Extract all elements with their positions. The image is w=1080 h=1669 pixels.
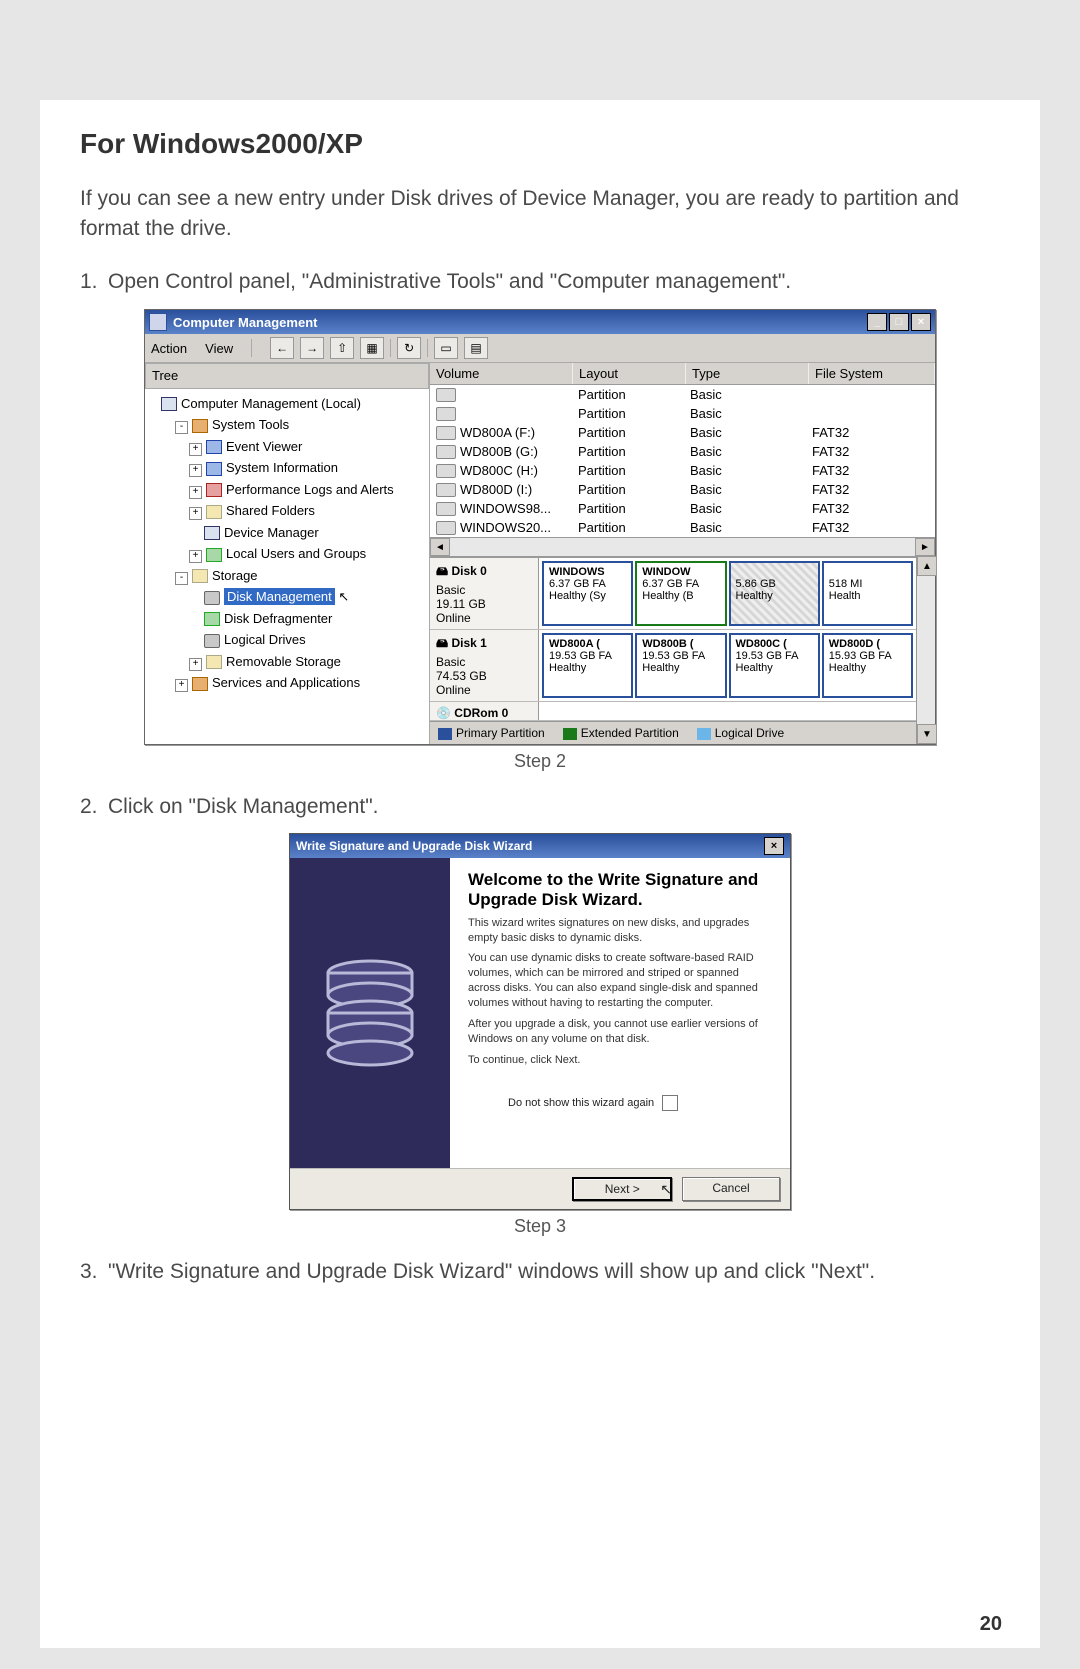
- tree-perf-logs[interactable]: +Performance Logs and Alerts: [189, 479, 427, 501]
- volume-row[interactable]: WD800B (G:) PartitionBasicFAT32: [430, 442, 935, 461]
- menu-action[interactable]: Action: [151, 341, 187, 356]
- window-title: Computer Management: [173, 315, 317, 330]
- legend-logical: Logical Drive: [715, 726, 784, 740]
- wizard-heading: Welcome to the Write Signature and Upgra…: [468, 870, 772, 910]
- h-scrollbar[interactable]: ◄►: [430, 537, 935, 556]
- cursor-icon: ↖: [338, 589, 349, 604]
- caption-step2: Step 2: [80, 751, 1000, 772]
- col-type[interactable]: Type: [686, 363, 809, 384]
- step-3-text: "Write Signature and Upgrade Disk Wizard…: [108, 1260, 875, 1283]
- caption-step3: Step 3: [80, 1216, 1000, 1237]
- tree-defrag[interactable]: Disk Defragmenter: [189, 608, 427, 630]
- show-button[interactable]: ▦: [360, 337, 384, 359]
- v-scrollbar[interactable]: ▲▼: [916, 556, 935, 744]
- tree-storage[interactable]: -Storage: [175, 565, 427, 587]
- volume-row[interactable]: WINDOWS20... PartitionBasicFAT32: [430, 518, 935, 537]
- step-3: 3."Write Signature and Upgrade Disk Wiza…: [80, 1257, 1000, 1287]
- wizard-sidebar-image: [290, 858, 450, 1168]
- tree-header: Tree: [145, 363, 429, 389]
- wizard-next-button[interactable]: Next >: [572, 1177, 672, 1201]
- col-filesystem[interactable]: File System: [809, 363, 935, 384]
- maximize-button[interactable]: □: [889, 313, 909, 331]
- tree-services[interactable]: +Services and Applications: [175, 672, 427, 694]
- tree-event-viewer[interactable]: +Event Viewer: [189, 436, 427, 458]
- refresh-button[interactable]: ↻: [397, 337, 421, 359]
- header-banner: [0, 0, 1080, 100]
- wizard-titlebar: Write Signature and Upgrade Disk Wizard …: [290, 834, 790, 858]
- step-1-text: Open Control panel, "Administrative Tool…: [108, 270, 791, 293]
- tool-button-2[interactable]: ▤: [464, 337, 488, 359]
- toolbar: ← → ⇧ ▦ ↻ ▭ ▤: [270, 337, 488, 359]
- close-button[interactable]: ×: [911, 313, 931, 331]
- volume-row[interactable]: WD800D (I:) PartitionBasicFAT32: [430, 480, 935, 499]
- wizard-p1: This wizard writes signatures on new dis…: [468, 916, 772, 946]
- cursor-icon: ↖: [660, 1181, 672, 1203]
- wizard-p2: You can use dynamic disks to create soft…: [468, 951, 772, 1010]
- volume-list: PartitionBasic PartitionBasicWD800A (F:)…: [430, 385, 935, 537]
- wizard-title: Write Signature and Upgrade Disk Wizard: [296, 839, 532, 853]
- volume-row[interactable]: WD800A (F:) PartitionBasicFAT32: [430, 423, 935, 442]
- forward-button[interactable]: →: [300, 337, 324, 359]
- tree-disk-management[interactable]: Disk Management ↖: [189, 586, 427, 608]
- legend: Primary Partition Extended Partition Log…: [430, 721, 916, 744]
- intro-text: If you can see a new entry under Disk dr…: [80, 184, 1000, 245]
- step-2-text: Click on "Disk Management".: [108, 795, 379, 818]
- disk-map: 🖴 Disk 0Basic19.11 GBOnline WINDOWS6.37 …: [430, 556, 916, 721]
- page-number: 20: [980, 1613, 1002, 1636]
- volume-row[interactable]: WINDOWS98... PartitionBasicFAT32: [430, 499, 935, 518]
- minimize-button[interactable]: _: [867, 313, 887, 331]
- volume-row[interactable]: PartitionBasic: [430, 404, 935, 423]
- col-volume[interactable]: Volume: [430, 363, 573, 384]
- tree-device-manager[interactable]: Device Manager: [189, 522, 427, 544]
- volume-columns: Volume Layout Type File System: [430, 363, 935, 385]
- step-2: 2.Click on "Disk Management".: [80, 792, 1000, 822]
- wizard-dont-show-checkbox[interactable]: [662, 1095, 678, 1111]
- col-layout[interactable]: Layout: [573, 363, 686, 384]
- tree-system-tools[interactable]: -System Tools: [175, 414, 427, 436]
- menubar: Action View ← → ⇧ ▦ ↻ ▭ ▤: [145, 334, 935, 363]
- tool-button-1[interactable]: ▭: [434, 337, 458, 359]
- right-pane: Volume Layout Type File System Partition…: [430, 363, 935, 744]
- step-1: 1.Open Control panel, "Administrative To…: [80, 267, 1000, 297]
- wizard-content: Welcome to the Write Signature and Upgra…: [450, 858, 790, 1168]
- computer-management-window: Computer Management _ □ × Action View ← …: [144, 309, 936, 745]
- disk-row[interactable]: 🖴 Disk 0Basic19.11 GBOnline WINDOWS6.37 …: [430, 558, 916, 630]
- tree-system-info[interactable]: +System Information: [189, 457, 427, 479]
- disk-row[interactable]: 🖴 Disk 1Basic74.53 GBOnline WD800A (19.5…: [430, 630, 916, 702]
- menu-view[interactable]: View: [205, 341, 233, 356]
- volume-row[interactable]: PartitionBasic: [430, 385, 935, 404]
- volume-row[interactable]: WD800C (H:) PartitionBasicFAT32: [430, 461, 935, 480]
- disk-row-cdrom[interactable]: 💿 CDRom 0: [430, 702, 916, 721]
- up-button[interactable]: ⇧: [330, 337, 354, 359]
- wizard-p4: To continue, click Next.: [468, 1053, 772, 1068]
- tree-shared-folders[interactable]: +Shared Folders: [189, 500, 427, 522]
- tree-removable[interactable]: +Removable Storage: [189, 651, 427, 673]
- back-button[interactable]: ←: [270, 337, 294, 359]
- wizard-close-button[interactable]: ×: [764, 837, 784, 855]
- wizard-window: Write Signature and Upgrade Disk Wizard …: [289, 833, 791, 1210]
- tree-logical-drives[interactable]: Logical Drives: [189, 629, 427, 651]
- window-icon: [149, 313, 167, 331]
- wizard-p3: After you upgrade a disk, you cannot use…: [468, 1017, 772, 1047]
- wizard-footer: Next >↖ Cancel: [290, 1168, 790, 1209]
- tree-root[interactable]: Computer Management (Local): [161, 393, 427, 415]
- tree-pane: Tree Computer Management (Local) -System…: [145, 363, 430, 744]
- legend-primary: Primary Partition: [456, 726, 545, 740]
- tree-local-users[interactable]: +Local Users and Groups: [189, 543, 427, 565]
- wizard-dont-show-label: Do not show this wizard again: [508, 1097, 654, 1109]
- page-body: For Windows2000/XP If you can see a new …: [40, 100, 1040, 1648]
- legend-extended: Extended Partition: [581, 726, 679, 740]
- page-heading: For Windows2000/XP: [80, 128, 1000, 160]
- window-titlebar: Computer Management _ □ ×: [145, 310, 935, 334]
- wizard-cancel-button[interactable]: Cancel: [682, 1177, 780, 1201]
